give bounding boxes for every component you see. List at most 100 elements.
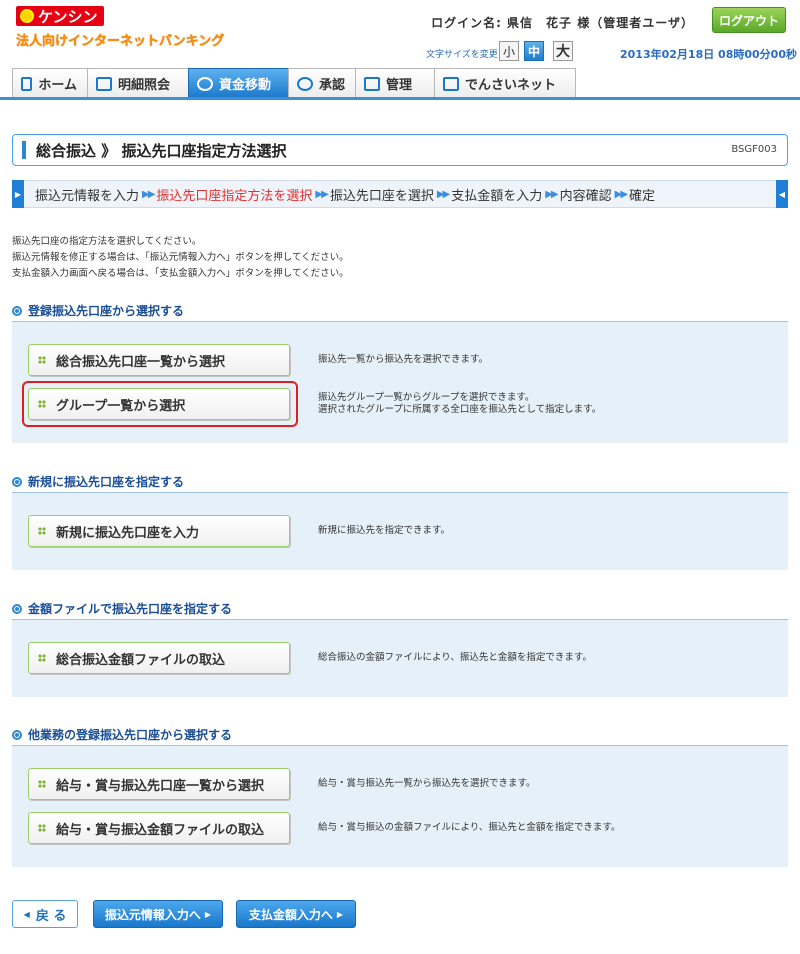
description-line: 給与・賞与振込の金額ファイルにより、振込先と金額を指定できます。 [318, 822, 621, 833]
button-label: 総合振込先口座一覧から選択 [56, 354, 226, 370]
double-chevron-icon: ▶▶ [142, 188, 155, 200]
highlight-box [22, 381, 298, 427]
check-icon [297, 76, 313, 91]
action-description: 給与・賞与振込の金額ファイルにより、振込先と金額を指定できます。 [318, 822, 620, 834]
tab-label: ホーム [38, 78, 77, 93]
nav-divider [0, 97, 800, 100]
chevron-left-icon: ◀ [776, 180, 788, 208]
salary-file-import-button[interactable]: 給与・賞与振込金額ファイルの取込 [28, 812, 290, 844]
title-accent [22, 141, 26, 159]
dots-icon [38, 780, 46, 788]
instruction-line: 支払金額入力画面へ戻る場合は、「支払金額入力へ」ボタンを押してください。 [12, 268, 349, 279]
user-manage-icon [364, 76, 380, 91]
action-description: 総合振込の金額ファイルにより、振込先と金額を指定できます。 [318, 652, 592, 664]
densai-icon [443, 76, 459, 91]
dots-icon [38, 356, 46, 364]
action-description: 給与・賞与振込先一覧から振込先を選択できます。 [318, 778, 536, 790]
font-size-small-button[interactable]: 小 [499, 41, 519, 61]
button-label: 給与・賞与振込先口座一覧から選択 [56, 778, 265, 794]
double-chevron-icon: ▶▶ [436, 188, 450, 200]
tab-densai[interactable]: でんさいネット [434, 68, 576, 98]
transfer-icon [197, 76, 213, 91]
tab-label: 管理 [386, 78, 413, 93]
dots-icon [38, 824, 46, 832]
action-description: 新規に振込先を指定できます。 [318, 525, 450, 537]
dots-icon [38, 654, 46, 662]
section-title-text: 新規に振込先口座を指定する [28, 475, 185, 489]
tab-management[interactable]: 管理 [355, 68, 435, 98]
section-bullet-icon [12, 305, 22, 316]
tab-label: でんさいネット [465, 78, 557, 93]
bank-logo[interactable]: ケンシン 法人向けインターネットバンキング [16, 6, 225, 49]
main-nav: ホーム 明細照会 資金移動 承認 管理 でんさいネット [12, 68, 576, 98]
section-title: 登録振込先口座から選択する [12, 302, 184, 319]
description-line: 給与・賞与振込先一覧から振込先を選択できます。 [318, 778, 536, 789]
section-title-text: 他業務の登録振込先口座から選択する [28, 728, 233, 742]
instructions: 振込先口座の指定方法を選択してください。 振込元情報を修正する場合は、「振込元情… [12, 234, 349, 282]
page-title-bar: 総合振込 》 振込先口座指定方法選択 BSGF003 [12, 134, 788, 166]
button-label: 振込元情報入力へ [104, 907, 201, 922]
logo-subtitle: 法人向けインターネットバンキング [16, 30, 225, 49]
tab-label: 承認 [318, 78, 345, 93]
step-item: 支払金額を入力 [451, 188, 543, 204]
button-label: 新規に振込先口座を入力 [56, 525, 200, 541]
step-item: 振込先口座を選択 [329, 188, 434, 204]
salary-account-list-button[interactable]: 給与・賞与振込先口座一覧から選択 [28, 768, 290, 800]
login-name: ログイン名: 県信 花子 様（管理者ユーザ） [431, 16, 694, 30]
section-bullet-icon [12, 603, 22, 614]
description-line: 総合振込の金額ファイルにより、振込先と金額を指定できます。 [318, 652, 592, 663]
logout-button[interactable]: ログアウト [712, 7, 786, 33]
tab-transfer[interactable]: 資金移動 [188, 68, 289, 98]
double-chevron-icon: ▶▶ [315, 188, 328, 200]
tab-home[interactable]: ホーム [12, 68, 88, 98]
account-list-select-button[interactable]: 総合振込先口座一覧から選択 [28, 344, 290, 376]
description-line: 振込先グループ一覧からグループを選択できます。 [318, 392, 535, 403]
step-list: 振込元情報を入力 ▶▶ 振込先口座指定方法を選択 ▶▶ 振込先口座を選択 ▶▶ … [35, 185, 655, 204]
page-title: 総合振込 》 振込先口座指定方法選択 [36, 141, 287, 160]
section-bullet-icon [12, 476, 22, 487]
double-chevron-icon: ▶▶ [545, 188, 558, 200]
step-item-current: 振込先口座指定方法を選択 [156, 188, 313, 204]
action-description: 振込先一覧から振込先を選択できます。 [318, 354, 488, 366]
new-account-input-button[interactable]: 新規に振込先口座を入力 [28, 515, 290, 547]
dots-icon [38, 527, 46, 535]
section-panel [12, 746, 788, 867]
section-bullet-icon [12, 729, 22, 740]
chevron-right-icon: ▶ [12, 180, 24, 208]
button-label: 支払金額入力へ [248, 907, 333, 922]
font-size-large-button[interactable]: 大 [553, 41, 573, 61]
font-size-label: 文字サイズを変更 [426, 50, 498, 60]
document-icon [96, 76, 112, 91]
description-line: 新規に振込先を指定できます。 [318, 525, 451, 536]
step-item: 内容確認 [559, 188, 612, 204]
prev-info-button[interactable]: 振込元情報入力へ [93, 900, 223, 928]
section-title: 他業務の登録振込先口座から選択する [12, 726, 232, 743]
font-size-medium-button[interactable]: 中 [524, 41, 544, 61]
tab-approval[interactable]: 承認 [288, 68, 356, 98]
amount-input-button[interactable]: 支払金額入力へ [236, 900, 356, 928]
button-label: 戻 る [35, 908, 67, 924]
section-title: 金額ファイルで振込先口座を指定する [12, 600, 232, 617]
section-title-text: 金額ファイルで振込先口座を指定する [28, 602, 233, 616]
instruction-line: 振込先口座の指定方法を選択してください。 [12, 236, 202, 247]
instruction-line: 振込元情報を修正する場合は、「振込元情報入力へ」ボタンを押してください。 [12, 252, 349, 263]
tab-label: 資金移動 [219, 78, 272, 93]
double-chevron-icon: ▶▶ [614, 188, 628, 200]
button-label: 給与・賞与振込金額ファイルの取込 [56, 822, 265, 838]
logo-badge: ケンシン [16, 6, 104, 26]
header: ケンシン 法人向けインターネットバンキング ログイン名: 県信 花子 様（管理者… [0, 0, 800, 70]
sun-icon [20, 9, 34, 23]
section-title: 新規に振込先口座を指定する [12, 473, 184, 490]
section-title-text: 登録振込先口座から選択する [28, 304, 185, 318]
step-breadcrumb: ▶ 振込元情報を入力 ▶▶ 振込先口座指定方法を選択 ▶▶ 振込先口座を選択 ▶… [12, 180, 788, 208]
back-button[interactable]: 戻 る [12, 900, 78, 928]
screen-id: BSGF003 [731, 144, 777, 155]
action-description: 振込先グループ一覧からグループを選択できます。 選択されたグループに所属する全口座… [318, 392, 601, 416]
logo-text: ケンシン [38, 7, 98, 26]
home-icon [21, 76, 33, 91]
step-item: 振込元情報を入力 [35, 188, 140, 204]
current-datetime: 2013年02月18日 08時00分00秒 [620, 48, 797, 61]
tab-statement[interactable]: 明細照会 [87, 68, 189, 98]
button-label: 総合振込金額ファイルの取込 [56, 652, 226, 668]
amount-file-import-button[interactable]: 総合振込金額ファイルの取込 [28, 642, 290, 674]
